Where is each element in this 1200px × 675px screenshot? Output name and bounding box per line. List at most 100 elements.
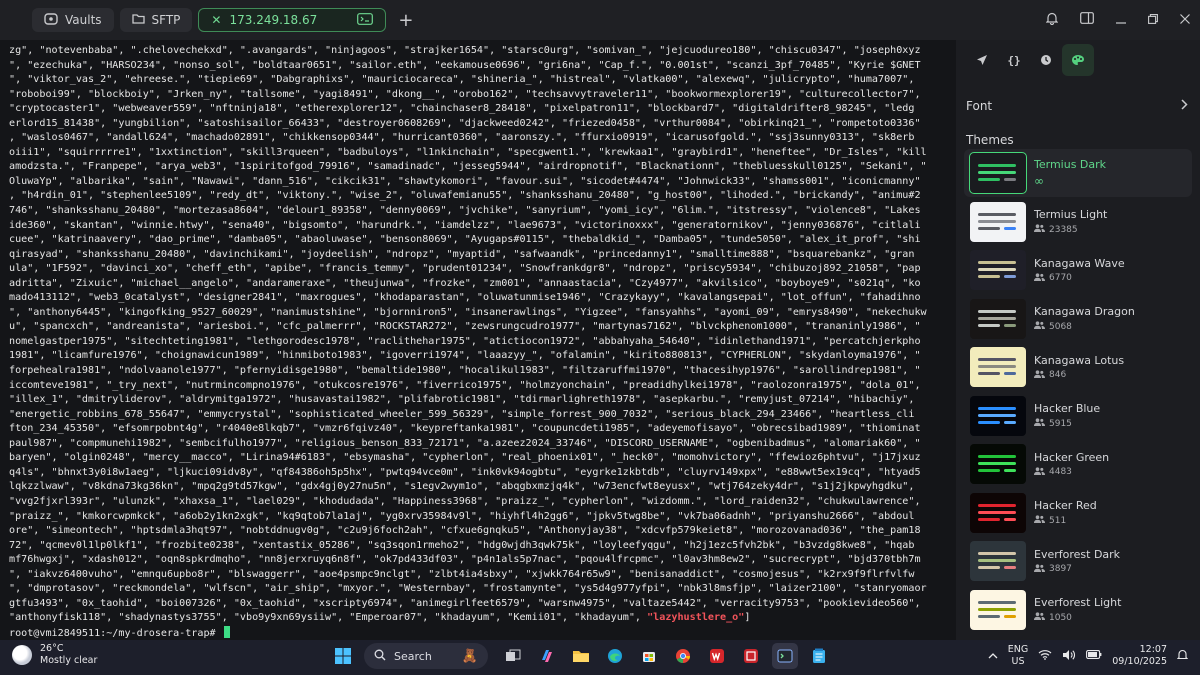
termius-app-icon[interactable]	[772, 643, 798, 669]
search-highlight-icon: 🧸	[461, 648, 478, 664]
bell-icon[interactable]	[1045, 12, 1059, 29]
theme-item[interactable]: Termius Dark ∞	[964, 149, 1192, 197]
theme-usage-count: 3897	[1034, 563, 1120, 575]
wps-office-icon[interactable]	[704, 643, 730, 669]
theme-name: Everforest Light	[1034, 596, 1122, 609]
theme-usage-count: 511	[1034, 515, 1097, 526]
terminal-line: "vvg2fjxrl393r", "ulunzk", "xhaxsa_1", "…	[9, 495, 921, 507]
notification-bell-icon[interactable]	[1176, 649, 1189, 664]
theme-item[interactable]: Hacker Green 4483	[964, 440, 1192, 488]
highlighted-username: "lazyhustlere_o"	[647, 612, 745, 624]
rocket-icon[interactable]	[966, 44, 998, 76]
theme-item[interactable]: Kanagawa Lotus 846	[964, 343, 1192, 391]
theme-item[interactable]: Everforest Dark 3897	[964, 537, 1192, 585]
weather-condition: Mostly clear	[40, 655, 98, 666]
terminal-line: paul987", "compmunehi1982", "sembcifulho…	[9, 437, 921, 449]
terminal-output[interactable]: zg", "notevenbaba", ".chelovechekxd", ".…	[0, 40, 956, 640]
theme-name: Kanagawa Lotus	[1034, 353, 1125, 367]
terminal-line: adritta", "Zixuic", "michael__angelo", "…	[9, 277, 921, 289]
terminal-icon	[357, 12, 374, 28]
theme-usage-count: 6770	[1034, 272, 1125, 284]
search-icon	[374, 649, 386, 664]
terminal-line: zg", "notevenbaba", ".chelovechekxd", ".…	[9, 45, 921, 56]
terminal-line: , "waslos0467", "andall624", "machado028…	[9, 132, 915, 144]
wifi-icon[interactable]	[1038, 649, 1052, 663]
temperature: 26°C	[40, 643, 64, 654]
theme-item[interactable]: Kanagawa Wave 6770	[964, 246, 1192, 294]
theme-meta-value: 6770	[1049, 273, 1072, 283]
users-icon	[1034, 224, 1045, 235]
palette-icon[interactable]	[1062, 44, 1094, 76]
volume-icon[interactable]	[1062, 649, 1076, 664]
users-icon	[1034, 272, 1045, 284]
terminal-line: ", "ezechuka", "HARSO234", "nonso_sol", …	[9, 59, 921, 71]
tab-vaults[interactable]: Vaults	[32, 8, 114, 32]
theme-item[interactable]: Everforest Light 1050	[964, 586, 1192, 634]
terminal-line: fton_234_45350", "efsomrpobnt4g", "r4040…	[9, 423, 921, 435]
wps-pdf-icon[interactable]	[738, 643, 764, 669]
braces-icon[interactable]: {}	[998, 44, 1030, 76]
font-setting-row[interactable]: Font	[956, 89, 1200, 123]
terminal-line: lqkzzlwaw", "v8kdna73kg36kn", "mpq2g9td5…	[9, 481, 915, 493]
users-icon	[1034, 515, 1045, 526]
terminal-line: amodzsta.", "Franpepe", "arya_web3", "1s…	[9, 161, 927, 173]
terminal-text: "anthonyfisk118", "shadynastys3755", "vb…	[9, 612, 648, 624]
theme-usage-count: 23385	[1034, 224, 1107, 235]
history-icon[interactable]	[1030, 44, 1062, 76]
terminal-line: ", "dmprotasov", "reckmondela", "wlfscn"…	[9, 583, 927, 595]
region-code: US	[1011, 656, 1025, 667]
panel-toolbar: {}	[956, 40, 1200, 80]
weather-widget[interactable]: 26°C Mostly clear	[12, 643, 97, 667]
theme-item[interactable]: Hacker Red 511	[964, 489, 1192, 537]
theme-item[interactable]: Termius Light 23385	[964, 198, 1192, 246]
taskbar-apps: Search 🧸	[330, 643, 832, 669]
terminal-line: cuee", "katrinaavery", "dao_prime", "dam…	[9, 234, 921, 246]
theme-item[interactable]: Hacker Blue 5915	[964, 392, 1192, 440]
window-controls	[1045, 0, 1190, 40]
task-view-icon[interactable]	[500, 643, 526, 669]
sidebar-toggle-icon[interactable]	[1080, 12, 1094, 28]
users-icon	[1034, 563, 1045, 575]
new-tab-plus-icon[interactable]: +	[398, 10, 413, 31]
tab-host-active[interactable]: ✕ 173.249.18.67	[198, 8, 387, 32]
tab-sftp[interactable]: SFTP	[119, 8, 193, 32]
terminal-line: ", "anthony6445", "kingofking_9527_60029…	[9, 306, 927, 318]
close-icon[interactable]: ✕	[211, 13, 221, 27]
restore-icon[interactable]	[1148, 13, 1158, 28]
theme-name: Hacker Blue	[1034, 402, 1101, 415]
clock[interactable]: 12:07 09/10/2025	[1112, 644, 1167, 668]
terminal-line: u", "spancxch", "andreanista", "ariesboi…	[9, 321, 921, 333]
store-icon[interactable]	[636, 643, 662, 669]
terminal-line: "praizz_", "kmkorcwpmkck", "a6ob2y1kn2xg…	[9, 510, 915, 522]
theme-preview-thumbnail	[970, 298, 1026, 339]
shell-prompt-line[interactable]: root@vmi2849511:~/my-drosera-trap#	[9, 625, 950, 640]
time: 12:07	[1139, 644, 1167, 655]
input-language[interactable]: ENG US	[1008, 644, 1028, 668]
copilot-icon[interactable]	[534, 643, 560, 669]
tab-label: SFTP	[151, 13, 181, 27]
date: 09/10/2025	[1112, 656, 1167, 667]
users-icon	[1034, 369, 1045, 381]
title-bar: Vaults SFTP ✕ 173.249.18.67 +	[0, 0, 1200, 40]
notepad-icon[interactable]	[806, 643, 832, 669]
chevron-up-icon[interactable]	[988, 651, 998, 662]
chrome-icon[interactable]	[670, 643, 696, 669]
theme-item[interactable]: Kanagawa Dragon 5068	[964, 295, 1192, 343]
windows-start-icon[interactable]	[330, 643, 356, 669]
terminal-cursor	[223, 625, 230, 638]
close-window-icon[interactable]	[1180, 13, 1190, 28]
terminal-line: oiii1", "squirrrrre1", "1xxtinction", "s…	[9, 146, 927, 158]
theme-meta-value: 5068	[1049, 321, 1072, 332]
edge-browser-icon[interactable]	[602, 643, 628, 669]
terminal-line: iccomteve1981", "_try_next", "nutrmincom…	[9, 379, 921, 391]
theme-list: Termius Dark ∞ Termius Light 23385 Kanagawa …	[964, 149, 1192, 634]
taskbar-search[interactable]: Search 🧸	[364, 643, 488, 669]
tab-label: Vaults	[65, 13, 102, 27]
theme-meta-value: 23385	[1049, 224, 1078, 235]
battery-icon[interactable]	[1086, 650, 1102, 662]
minimize-icon[interactable]	[1116, 13, 1126, 28]
theme-name: Termius Dark	[1034, 158, 1107, 171]
file-explorer-icon[interactable]	[568, 643, 594, 669]
theme-meta-value: 1050	[1049, 612, 1072, 623]
theme-preview-thumbnail	[970, 347, 1026, 387]
